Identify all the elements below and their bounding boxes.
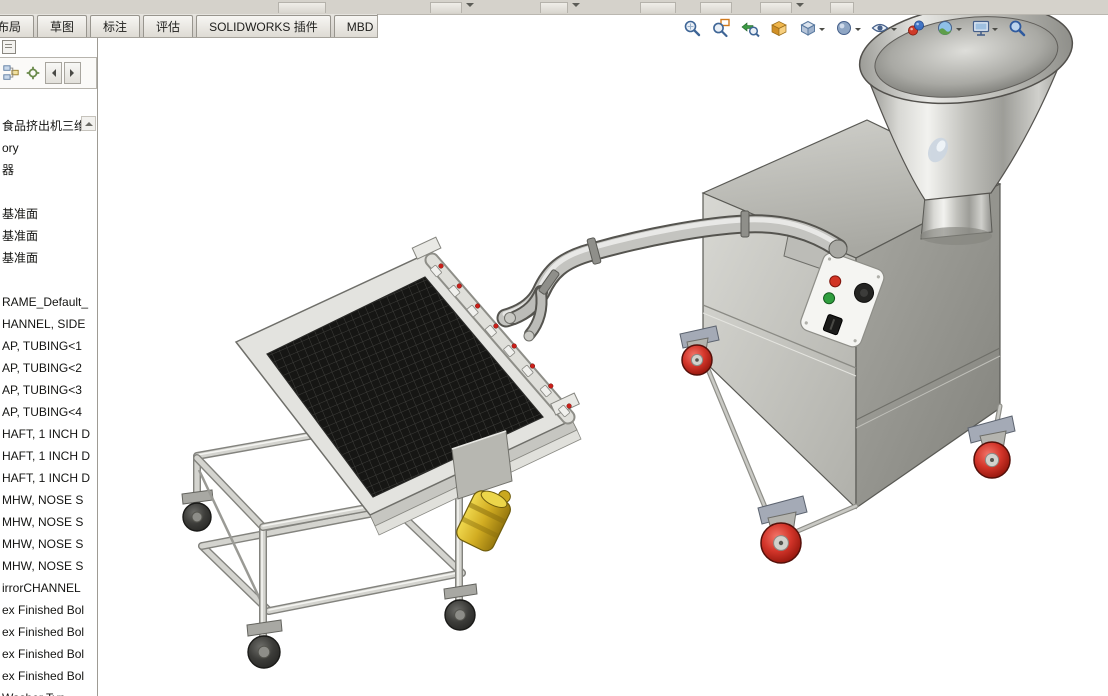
tab-solidworks-addins[interactable]: SOLIDWORKS 插件 [196, 15, 331, 37]
tree-item-component[interactable]: RAME_Default_ [0, 291, 97, 313]
tree-item-component[interactable]: MHW, NOSE S [0, 555, 97, 577]
feature-tree: 食品挤出机三维 ory 器 基准面 基准面 基准面 RAME_Default_ … [0, 113, 97, 696]
monitor-icon [971, 18, 991, 38]
chevron-up-icon [85, 118, 93, 126]
zoom-area-icon [711, 18, 731, 38]
tab-layout[interactable]: 布局 [0, 15, 34, 37]
apply-scene-button[interactable] [934, 17, 963, 39]
tree-item-component[interactable]: AP, TUBING<4 [0, 401, 97, 423]
tree-item-component[interactable]: ex Finished Bol [0, 665, 97, 687]
scene-sphere-icon [935, 18, 955, 38]
zoom-fit-icon [682, 18, 702, 38]
dropdown-caret-icon [956, 28, 962, 34]
previous-view-icon [740, 18, 760, 38]
display-style-button[interactable] [833, 17, 862, 39]
chevron-left-icon [48, 69, 56, 77]
feature-manager-panel: 食品挤出机三维 ory 器 基准面 基准面 基准面 RAME_Default_ … [0, 37, 98, 696]
property-manager-tab[interactable] [23, 63, 43, 83]
blue-magnifier-icon [1007, 18, 1027, 38]
hopper-machine[interactable] [680, 14, 1078, 563]
scroll-up-button[interactable] [81, 116, 96, 131]
dropdown-caret-icon [891, 28, 897, 34]
view-settings-button[interactable] [970, 17, 999, 39]
dropdown-caret-icon [855, 28, 861, 34]
ribbon-button-fragment[interactable] [278, 2, 326, 13]
zoom-to-area-button[interactable] [710, 17, 732, 39]
tree-item-component[interactable]: AP, TUBING<3 [0, 379, 97, 401]
ribbon-button-fragment[interactable] [640, 2, 676, 13]
section-view-icon [769, 18, 789, 38]
tree-item-plane[interactable]: 基准面 [0, 225, 97, 247]
tree-item-component[interactable]: HAFT, 1 INCH D [0, 423, 97, 445]
tree-item-plane[interactable]: 基准面 [0, 247, 97, 269]
tree-item[interactable] [0, 181, 97, 203]
tree-item-component[interactable]: ex Finished Bol [0, 599, 97, 621]
tab-sketch[interactable]: 草图 [37, 15, 87, 37]
ribbon-strip-cropped [0, 0, 1108, 15]
tree-item-component[interactable]: AP, TUBING<2 [0, 357, 97, 379]
tree-item-component[interactable]: MHW, NOSE S [0, 511, 97, 533]
cad-model-scene: .ra{stroke:#83837e;stroke-width:8;stroke… [97, 14, 1108, 696]
magnified-selection-button[interactable] [1006, 17, 1028, 39]
cart-caster-rear[interactable] [182, 490, 213, 531]
chevron-right-icon [70, 69, 78, 77]
tree-item-component[interactable]: ex Finished Bol [0, 643, 97, 665]
appearance-balls-icon [906, 18, 926, 38]
tab-scroll-left-button[interactable] [45, 62, 62, 84]
view-orientation-button[interactable] [797, 17, 826, 39]
display-pane-icon[interactable] [2, 40, 16, 54]
section-view-button[interactable] [768, 17, 790, 39]
panel-spacer [0, 89, 97, 113]
tree-item-sensors[interactable]: 器 [0, 159, 97, 181]
cart-caster-front-left[interactable] [247, 620, 282, 668]
gear-icon [24, 64, 42, 82]
previous-view-button[interactable] [739, 17, 761, 39]
dropdown-caret-icon[interactable] [572, 3, 580, 11]
tree-item-component[interactable]: MHW, NOSE S [0, 489, 97, 511]
dropdown-caret-icon [992, 28, 998, 34]
tree-item-component[interactable]: AP, TUBING<1 [0, 335, 97, 357]
graphics-area[interactable]: .ra{stroke:#83837e;stroke-width:8;stroke… [97, 14, 1108, 696]
hide-show-items-button[interactable] [869, 17, 898, 39]
tree-item-component[interactable]: Washer Typ [0, 687, 97, 696]
cart-caster-front-right[interactable] [444, 584, 477, 630]
zoom-to-fit-button[interactable] [681, 17, 703, 39]
panel-header-row [0, 37, 97, 57]
tree-item-component[interactable]: ex Finished Bol [0, 621, 97, 643]
ribbon-button-fragment[interactable] [540, 2, 568, 13]
tree-item[interactable] [0, 269, 97, 291]
tab-evaluate[interactable]: 评估 [143, 15, 193, 37]
dropdown-caret-icon[interactable] [796, 3, 804, 11]
tab-annotation[interactable]: 标注 [90, 15, 140, 37]
tree-item-component[interactable]: MHW, NOSE S [0, 533, 97, 555]
tree-item-history[interactable]: ory [0, 137, 97, 159]
feature-manager-tab-strip [0, 57, 97, 89]
tree-item-component[interactable]: irrorCHANNEL [0, 577, 97, 599]
dropdown-caret-icon[interactable] [466, 3, 474, 11]
tree-item-component[interactable]: HAFT, 1 INCH D [0, 467, 97, 489]
tab-mbd[interactable]: MBD [334, 15, 378, 37]
feature-tree-tab[interactable] [1, 63, 21, 83]
view-orientation-icon [798, 18, 818, 38]
heads-up-toolbar [681, 17, 1028, 39]
ribbon-button-fragment[interactable] [700, 2, 732, 13]
tree-item-component[interactable]: HANNEL, SIDE [0, 313, 97, 335]
mesh-panel[interactable] [236, 237, 581, 535]
eye-icon [870, 18, 890, 38]
display-style-icon [834, 18, 854, 38]
ribbon-button-fragment[interactable] [830, 2, 854, 13]
tab-scroll-right-button[interactable] [64, 62, 81, 84]
tree-item-component[interactable]: HAFT, 1 INCH D [0, 445, 97, 467]
tree-item-plane[interactable]: 基准面 [0, 203, 97, 225]
dropdown-caret-icon [819, 28, 825, 34]
command-manager-tab-bar: 布局 草图 标注 评估 SOLIDWORKS 插件 MBD [0, 14, 378, 38]
feature-tree-icon [2, 64, 20, 82]
edit-appearance-button[interactable] [905, 17, 927, 39]
ribbon-button-fragment[interactable] [760, 2, 792, 13]
ribbon-button-fragment[interactable] [430, 2, 462, 13]
